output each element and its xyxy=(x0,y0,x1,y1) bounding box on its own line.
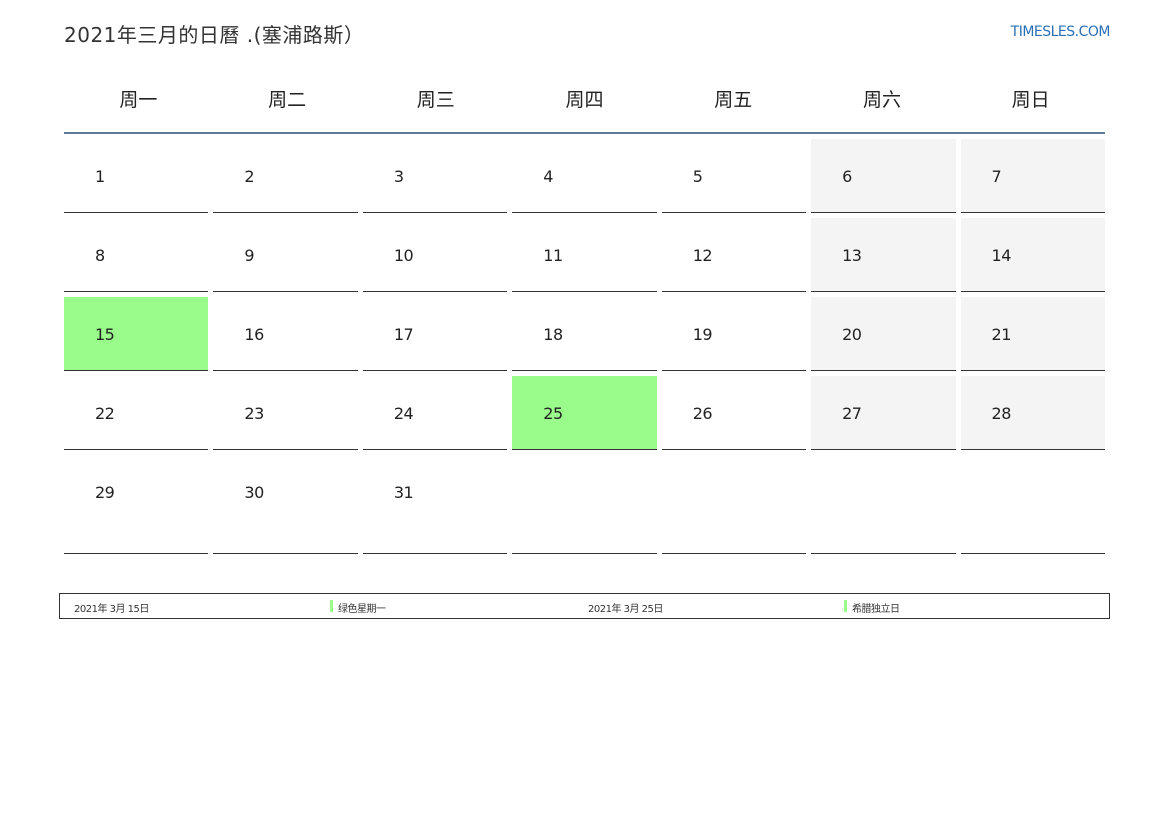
week-row-3: 15 16 17 18 19 20 21 xyxy=(64,297,1105,376)
day-cell[interactable]: 30 xyxy=(213,455,358,554)
day-cell-weekend[interactable]: 13 xyxy=(811,218,956,292)
day-number: 27 xyxy=(842,404,862,423)
weekday-mon: 周一 xyxy=(119,89,158,111)
week-row-1: 1 2 3 4 5 6 7 xyxy=(64,139,1105,218)
day-cell[interactable]: 4 xyxy=(512,139,657,213)
day-number: 26 xyxy=(692,404,713,423)
day-number: 7 xyxy=(991,167,1002,186)
day-number: 12 xyxy=(692,246,713,265)
day-cell[interactable]: 26 xyxy=(661,376,807,450)
holiday-date: 2021年 3月 15日 xyxy=(74,604,149,615)
weekday-tue: 周二 xyxy=(268,89,307,111)
day-number: 1 xyxy=(95,167,105,186)
weekday-fri: 周五 xyxy=(714,89,753,111)
day-number: 22 xyxy=(95,404,115,423)
weekday-header: 周一 周二 周三 周四 周五 周六 周日 xyxy=(64,84,1105,134)
day-cell[interactable]: 8 xyxy=(64,218,209,292)
day-number: 19 xyxy=(692,325,713,344)
day-number: 8 xyxy=(95,246,105,265)
day-cell[interactable]: 12 xyxy=(661,218,807,292)
day-cell[interactable]: 17 xyxy=(362,297,508,371)
week-row-4: 22 23 24 25 26 27 28 xyxy=(64,376,1105,455)
day-number: 18 xyxy=(543,325,563,344)
day-number: 11 xyxy=(543,246,563,265)
day-number: 9 xyxy=(244,246,255,265)
day-cell-holiday[interactable]: 25 xyxy=(512,376,657,450)
day-cell-empty xyxy=(512,455,657,554)
day-cell[interactable]: 5 xyxy=(661,139,807,213)
day-cell[interactable]: 23 xyxy=(213,376,358,450)
day-cell-empty xyxy=(960,455,1105,554)
day-cell[interactable]: 31 xyxy=(362,455,508,554)
day-number: 30 xyxy=(244,483,264,502)
day-cell[interactable]: 16 xyxy=(213,297,358,371)
weekday-sun: 周日 xyxy=(1011,89,1050,111)
holiday-name: 绿色星期一 xyxy=(338,604,386,615)
day-cell-weekend[interactable]: 14 xyxy=(960,218,1105,292)
day-cell-weekend[interactable]: 27 xyxy=(811,376,956,450)
weekday-sat: 周六 xyxy=(862,89,901,111)
day-cell[interactable]: 19 xyxy=(661,297,807,371)
day-cell[interactable]: 3 xyxy=(362,139,508,213)
day-cell-weekend[interactable]: 6 xyxy=(811,139,956,213)
day-cell[interactable]: 10 xyxy=(362,218,508,292)
calendar-grid: 1 2 3 4 5 6 7 8 9 10 11 12 13 14 15 16 1… xyxy=(64,139,1105,559)
brand-link[interactable]: TIMESLES.COM xyxy=(1011,24,1111,40)
day-number: 21 xyxy=(991,325,1012,344)
week-row-2: 8 9 10 11 12 13 14 xyxy=(64,218,1105,297)
week-row-5: 29 30 31 xyxy=(64,455,1105,559)
weekday-thu: 周四 xyxy=(565,89,604,111)
day-number: 23 xyxy=(244,404,264,423)
day-cell[interactable]: 22 xyxy=(64,376,209,450)
day-cell-weekend[interactable]: 28 xyxy=(960,376,1105,450)
day-cell-weekend[interactable]: 7 xyxy=(960,139,1105,213)
day-cell[interactable]: 1 xyxy=(64,139,209,213)
day-cell-weekend[interactable]: 21 xyxy=(960,297,1105,371)
day-number: 6 xyxy=(842,167,852,186)
day-cell[interactable]: 2 xyxy=(213,139,358,213)
page-title: 2021年三月的日曆 .(塞浦路斯） xyxy=(64,23,365,47)
holiday-legend: 2021年 3月 15日 绿色星期一 2021年 3月 25日 希腊独立日 xyxy=(59,593,1110,619)
day-number: 17 xyxy=(393,325,414,344)
day-cell[interactable]: 29 xyxy=(64,455,209,554)
day-cell-weekend[interactable]: 20 xyxy=(811,297,956,371)
day-cell[interactable]: 11 xyxy=(512,218,657,292)
holiday-date: 2021年 3月 25日 xyxy=(588,604,663,615)
day-cell-empty xyxy=(661,455,807,554)
day-number: 28 xyxy=(991,404,1012,423)
day-cell-empty xyxy=(811,455,956,554)
holiday-name: 希腊独立日 xyxy=(852,604,900,615)
day-number: 3 xyxy=(393,167,404,186)
day-number: 20 xyxy=(842,325,862,344)
day-cell[interactable]: 18 xyxy=(512,297,657,371)
holiday-color-marker xyxy=(330,600,333,612)
day-number: 25 xyxy=(543,404,563,423)
day-number: 10 xyxy=(393,246,414,265)
day-number: 29 xyxy=(95,483,115,502)
day-cell[interactable]: 24 xyxy=(362,376,508,450)
day-number: 2 xyxy=(244,167,255,186)
day-number: 13 xyxy=(842,246,862,265)
day-number: 5 xyxy=(692,167,703,186)
weekday-wed: 周三 xyxy=(416,89,455,111)
day-number: 4 xyxy=(543,167,553,186)
day-cell[interactable]: 9 xyxy=(213,218,358,292)
day-number: 31 xyxy=(393,483,414,502)
day-number: 15 xyxy=(95,325,115,344)
day-number: 14 xyxy=(991,246,1012,265)
day-number: 24 xyxy=(393,404,414,423)
holiday-color-marker xyxy=(844,600,847,612)
day-number: 16 xyxy=(244,325,264,344)
day-cell-holiday[interactable]: 15 xyxy=(64,297,209,371)
